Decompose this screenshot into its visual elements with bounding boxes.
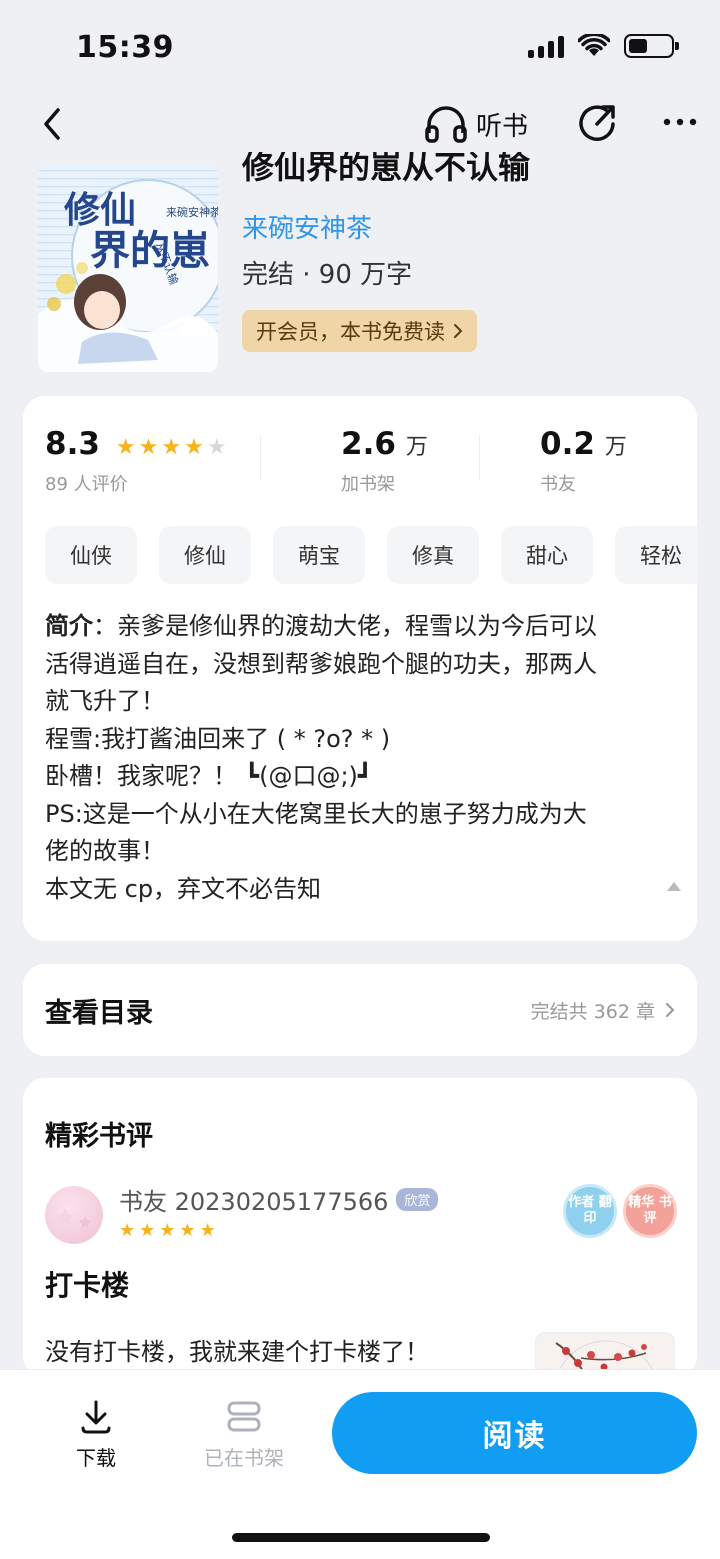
nav-bar: 听书	[0, 96, 720, 152]
friends-label: 书友	[540, 474, 576, 495]
status-bar: 15:39	[0, 0, 720, 96]
download-label: 下载	[76, 1446, 116, 1470]
intro-line: 就飞升了！	[45, 687, 165, 715]
tag-list: 仙侠 修仙 萌宝 修真 甜心 轻松	[45, 526, 697, 584]
rating-stat[interactable]: 8.3 ★ ★ ★ ★ ★ 89 人评价	[45, 426, 227, 496]
avatar[interactable]	[45, 1186, 103, 1244]
tag-chip[interactable]: 轻松	[615, 526, 697, 584]
reviews-card: 精彩书评 书友 20230205177566 欣赏 ★ ★ ★ ★ ★ 作者 翻印 精华…	[23, 1078, 697, 1378]
on-shelf-label: 已在书架	[204, 1446, 284, 1470]
star-icon: ★	[161, 435, 182, 460]
rating-count: 89 人评价	[45, 474, 128, 495]
book-intro[interactable]: 简介：亲爹是修仙界的渡劫大佬，程雪以为今后可以 活得逍遥自在，没想到帮爹娘跑个腿…	[45, 608, 685, 908]
tag-chip[interactable]: 修仙	[159, 526, 251, 584]
listen-label: 听书	[476, 111, 529, 142]
svg-text:修仙: 修仙	[64, 190, 136, 231]
cover-author-text: 来碗安神茶	[166, 205, 218, 219]
review-stars: ★ ★ ★ ★ ★	[119, 1222, 216, 1240]
download-button[interactable]: 下载	[68, 1398, 124, 1471]
chapter-count: 完结共 362 章	[530, 1000, 655, 1023]
headphones-icon	[425, 106, 467, 143]
star-icon: ★	[139, 1220, 156, 1241]
wifi-icon	[578, 34, 610, 56]
book-status: 完结 · 90 万字	[242, 260, 413, 290]
on-shelf-button[interactable]: 已在书架	[196, 1398, 292, 1471]
intro-line: 程雪:我打酱油回来了 ( * ?o? * )	[45, 724, 391, 753]
shelf-unit: 万	[405, 435, 428, 460]
vip-promo-button[interactable]: 开会员，本书免费读	[242, 310, 477, 352]
toc-title: 查看目录	[45, 997, 153, 1029]
author-link[interactable]: 来碗安神茶	[242, 208, 372, 245]
friends-value: 0.2	[540, 426, 595, 462]
tag-chip[interactable]: 仙侠	[45, 526, 137, 584]
status-time: 15:39	[76, 30, 174, 65]
tag-chip[interactable]: 修真	[387, 526, 479, 584]
star-icon: ★	[138, 435, 159, 460]
intro-line: 卧槽！我家呢？！ ┗(@口@;)┛	[45, 762, 373, 790]
rating-stars: ★ ★ ★ ★ ★	[116, 437, 227, 459]
battery-icon	[624, 34, 679, 58]
review-text[interactable]: 没有打卡楼，我就来建个打卡楼了！	[45, 1332, 429, 1367]
intro-line: PS:这是一个从小在大佬窝里长大的崽子努力成为大	[45, 799, 587, 828]
book-title: 修仙界的崽从不认输	[242, 152, 531, 186]
star-icon: ★	[159, 1220, 176, 1241]
toc-info: 完结共 362 章	[531, 997, 675, 1024]
more-icon[interactable]	[660, 102, 700, 142]
reviews-heading: 精彩书评	[45, 1121, 153, 1152]
chevron-right-icon	[454, 324, 463, 338]
star-icon: ★	[119, 1220, 136, 1241]
review-username: 书友 20230205177566	[119, 1188, 389, 1216]
status-icons	[528, 34, 679, 58]
bookshelf-icon	[227, 1401, 261, 1432]
download-icon	[81, 1400, 111, 1434]
review-user[interactable]: 书友 20230205177566 欣赏	[119, 1182, 439, 1217]
listen-button[interactable]: 听书	[424, 104, 528, 144]
svg-text:界的崽: 界的崽	[90, 228, 210, 274]
book-info-card: 8.3 ★ ★ ★ ★ ★ 89 人评价 2.6 万 加书架 0.2 万 书友 仙侠 修…	[23, 396, 697, 941]
intro-separator: ：	[93, 612, 117, 640]
star-icon: ★	[179, 1220, 196, 1241]
intro-line: 本文无 cp，弃文不必告知	[45, 874, 322, 903]
divider	[260, 436, 261, 480]
bottom-action-bar: 下载 已在书架 阅读	[0, 1369, 720, 1559]
intro-line: 简介：亲爹是修仙界的渡劫大佬，程雪以为今后可以	[45, 608, 685, 646]
review-level-badge: 欣赏	[396, 1188, 439, 1211]
friends-unit: 万	[604, 435, 627, 460]
star-icon: ★	[184, 435, 204, 460]
shelf-stat: 2.6 万 加书架	[341, 426, 428, 496]
shelf-label: 加书架	[341, 474, 395, 495]
author-stamp-badge: 作者 翻印	[563, 1184, 617, 1238]
cellular-signal-icon	[528, 34, 564, 58]
star-icon: ★	[115, 435, 136, 460]
intro-text: 亲爹是修仙界的渡劫大佬，程雪以为今后可以	[117, 612, 597, 640]
share-icon[interactable]	[578, 102, 618, 142]
rating-value: 8.3	[45, 426, 100, 462]
book-cover-art: 来碗安神茶 修仙 界的崽 从不认输	[38, 164, 218, 372]
featured-review-badge: 精华 书评	[623, 1184, 677, 1238]
vip-promo-label: 开会员，本书免费读	[256, 320, 445, 344]
read-button[interactable]: 阅读	[332, 1392, 697, 1474]
book-header: 修仙界的崽从不认输 来碗安神茶 修仙 界的崽 从不认输 来碗安神茶 完结 · 9…	[0, 152, 720, 382]
back-icon[interactable]	[38, 104, 68, 144]
shelf-value: 2.6	[341, 426, 396, 462]
collapse-icon[interactable]	[667, 882, 681, 891]
tag-chip[interactable]: 甜心	[501, 526, 593, 584]
book-cover[interactable]: 来碗安神茶 修仙 界的崽 从不认输	[38, 164, 218, 372]
review-title[interactable]: 打卡楼	[45, 1264, 129, 1304]
intro-line: 活得逍遥自在，没想到帮爹娘跑个腿的功夫，那两人	[45, 649, 597, 678]
toc-row[interactable]: 查看目录 完结共 362 章	[23, 964, 697, 1056]
home-indicator[interactable]	[232, 1533, 490, 1542]
intro-label: 简介	[45, 612, 93, 640]
intro-line: 佬的故事！	[45, 837, 165, 865]
divider	[479, 436, 480, 480]
friends-stat[interactable]: 0.2 万 书友	[540, 426, 627, 496]
tag-chip[interactable]: 萌宝	[273, 526, 365, 584]
star-icon: ★	[206, 435, 227, 460]
star-icon: ★	[199, 1220, 216, 1241]
chevron-right-icon	[666, 1003, 675, 1017]
